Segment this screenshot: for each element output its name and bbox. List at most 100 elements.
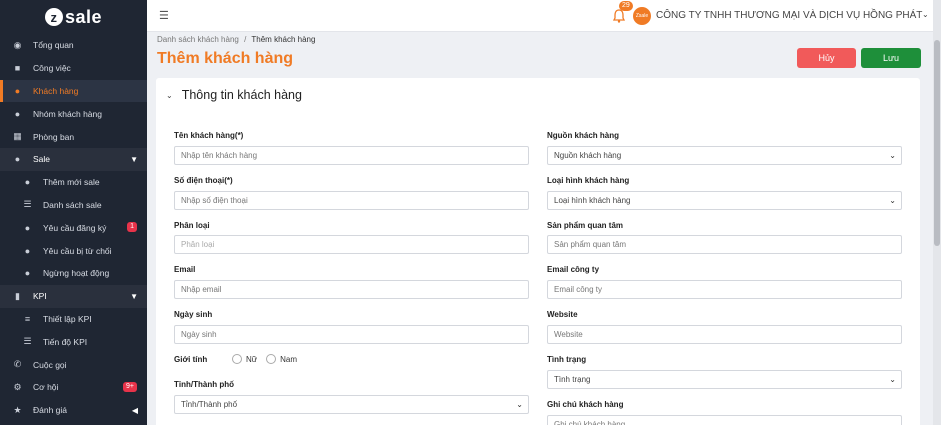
customer-type-value: Loại hình khách hàng	[554, 196, 631, 205]
user-icon: ●	[14, 85, 21, 96]
company-logo: Zsale	[633, 7, 651, 25]
company-name[interactable]: CÔNG TY TNHH THƯƠNG MẠI VÀ DỊCH VỤ HỒNG …	[656, 10, 922, 21]
sidebar-item-label: Sale	[33, 154, 51, 165]
company-email-input[interactable]: Email công ty	[547, 280, 902, 299]
email-input[interactable]: Nhập email	[174, 280, 529, 299]
section-title: Thông tin khách hàng	[181, 88, 302, 102]
sidebar-item-phong-ban[interactable]: ▦ Phòng ban	[0, 125, 147, 148]
page-title: Thêm khách hàng	[157, 50, 294, 67]
sidebar-item-label: Yêu cầu bị từ chối	[43, 245, 112, 256]
top-header: ☰ 29 Zsale CÔNG TY TNHH THƯƠNG MẠI VÀ DỊ…	[147, 0, 941, 32]
scrollbar-thumb[interactable]	[934, 40, 940, 246]
gear-icon: ⚙	[13, 381, 22, 392]
sidebar-item-label: Yêu cầu đăng ký	[43, 222, 107, 233]
sidebar-item-danh-gia[interactable]: ★ Đánh giá ◀	[0, 399, 147, 422]
gender-label: Giới tính	[174, 355, 208, 364]
sidebar-item-danh-sach-sale[interactable]: ☰ Danh sách sale	[0, 194, 147, 217]
sidebar-item-label: Tổng quan	[33, 40, 74, 51]
customer-source-label: Nguồn khách hàng	[547, 131, 619, 140]
sidebar-item-thiet-lap-kpi[interactable]: ≡ Thiết lập KPI	[0, 308, 147, 331]
radio-label: Nữ	[246, 354, 258, 364]
sidebar-item-khach-hang[interactable]: ● Khách hàng	[0, 79, 147, 103]
breadcrumb: Danh sách khách hàng / Thêm khách hàng	[157, 35, 315, 44]
sidebar-item-nhom-khach-hang[interactable]: ● Nhóm khách hàng	[0, 102, 147, 125]
sidebar-item-label: Ngừng hoạt động	[43, 268, 110, 279]
birthday-input[interactable]: Ngày sinh	[174, 325, 529, 344]
radio-circle[interactable]	[232, 354, 242, 364]
website-label: Website	[547, 310, 578, 319]
bell-icon[interactable]	[613, 9, 625, 23]
user-slash-icon: ●	[24, 268, 31, 279]
customer-name-input[interactable]: Nhập tên khách hàng	[174, 146, 529, 165]
user-times-icon: ●	[24, 245, 31, 256]
sidebar-item-label: Phòng ban	[33, 131, 75, 142]
sidebar-item-label: Đánh giá	[33, 405, 68, 416]
breadcrumb-separator: /	[244, 35, 247, 44]
star-icon: ★	[13, 404, 22, 415]
menu-icon[interactable]: ☰	[159, 9, 169, 22]
category-input[interactable]: Phân loại	[174, 235, 529, 254]
cancel-button[interactable]: Hủy	[797, 48, 856, 68]
count-badge: 9+	[123, 381, 137, 392]
phone-input[interactable]: Nhập số điện thoại	[174, 191, 529, 210]
sidebar-item-yeu-cau-dang-ky[interactable]: ● Yêu cầu đăng ký 1	[0, 216, 147, 239]
building-icon: ▦	[13, 131, 22, 142]
sidebar-item-them-moi-sale[interactable]: ● Thêm mới sale	[0, 171, 147, 194]
sidebar-item-label: Thiết lập KPI	[43, 313, 92, 324]
radio-label: Nam	[280, 354, 298, 364]
customer-source-value: Nguồn khách hàng	[554, 151, 622, 160]
radio-circle[interactable]	[266, 354, 277, 364]
customer-info-card: ⌄ Thông tin khách hàng Tên khách hàng(*)…	[156, 78, 920, 425]
gender-option-male[interactable]: Nam	[266, 354, 297, 364]
page-scrollbar[interactable]	[933, 0, 941, 425]
briefcase-icon: ■	[14, 63, 21, 74]
sidebar-item-label: Cơ hội	[33, 382, 59, 393]
sidebar-item-label: Công việc	[33, 63, 71, 74]
sidebar-item-cuoc-goi[interactable]: ✆ Cuộc gọi	[0, 353, 147, 376]
sidebar-item-cong-viec[interactable]: ■ Công việc	[0, 57, 147, 80]
status-select[interactable]: Tình trạng ⌄	[547, 370, 902, 389]
chevron-down-icon: ⌄	[516, 400, 523, 409]
product-interest-input[interactable]: Sản phẩm quan tâm	[547, 235, 902, 254]
website-input[interactable]: Website	[547, 325, 902, 344]
sidebar-item-label: Nhóm khách hàng	[33, 108, 102, 119]
customer-note-label: Ghi chú khách hàng	[547, 400, 624, 409]
sidebar-item-tien-do-kpi[interactable]: ☰ Tiến độ KPI	[0, 330, 147, 353]
gender-option-female[interactable]: Nữ	[232, 354, 257, 364]
customer-name-label: Tên khách hàng(*)	[174, 131, 244, 140]
section-header[interactable]: ⌄ Thông tin khách hàng	[166, 88, 302, 102]
customer-source-select[interactable]: Nguồn khách hàng ⌄	[547, 146, 902, 165]
user-plus-icon: ●	[24, 222, 31, 233]
sliders-icon: ≡	[24, 313, 31, 324]
sidebar-item-yeu-cau-bi-tu-choi[interactable]: ● Yêu cầu bị từ chối	[0, 239, 147, 262]
category-label: Phân loại	[174, 221, 210, 230]
app-logo[interactable]: z sale	[0, 0, 147, 34]
save-button[interactable]: Lưu	[861, 48, 921, 68]
province-select[interactable]: Tỉnh/Thành phố ⌄	[174, 395, 529, 414]
sidebar-item-ngung-hoat-dong[interactable]: ● Ngừng hoạt động	[0, 262, 147, 285]
sidebar-item-label: Khách hàng	[33, 85, 79, 96]
breadcrumb-parent[interactable]: Danh sách khách hàng	[157, 35, 239, 44]
gender-radio-group: Nữ Nam	[232, 354, 306, 364]
phone-icon: ✆	[13, 359, 22, 370]
chevron-down-icon: ⌄	[889, 196, 896, 205]
chevron-down-icon[interactable]: ⌄	[922, 10, 929, 19]
user-plus-icon: ●	[24, 177, 31, 188]
sidebar-group-kpi[interactable]: ▮ KPI ▼	[0, 284, 147, 308]
sidebar-group-sale[interactable]: ● Sale ▼	[0, 147, 147, 171]
phone-label: Số điện thoại(*)	[174, 176, 233, 185]
province-select-value: Tỉnh/Thành phố	[181, 400, 238, 409]
sidebar-item-co-hoi[interactable]: ⚙ Cơ hội 9+	[0, 376, 147, 399]
dashboard-icon: ◉	[13, 39, 22, 50]
product-interest-label: Sản phẩm quan tâm	[547, 221, 624, 230]
user-tie-icon: ●	[14, 154, 21, 165]
customer-type-select[interactable]: Loại hình khách hàng ⌄	[547, 191, 902, 210]
status-select-value: Tình trạng	[554, 375, 591, 384]
sidebar-item-tong-quan[interactable]: ◉ Tổng quan	[0, 34, 147, 57]
customer-note-input[interactable]: Ghi chú khách hàng	[547, 415, 902, 425]
sidebar-item-label: Danh sách sale	[43, 199, 102, 210]
chevron-left-icon: ◀	[131, 405, 138, 415]
customer-type-label: Loại hình khách hàng	[547, 176, 630, 185]
sidebar-item-label: Cuộc gọi	[33, 359, 67, 370]
chevron-down-icon: ▼	[130, 291, 138, 301]
